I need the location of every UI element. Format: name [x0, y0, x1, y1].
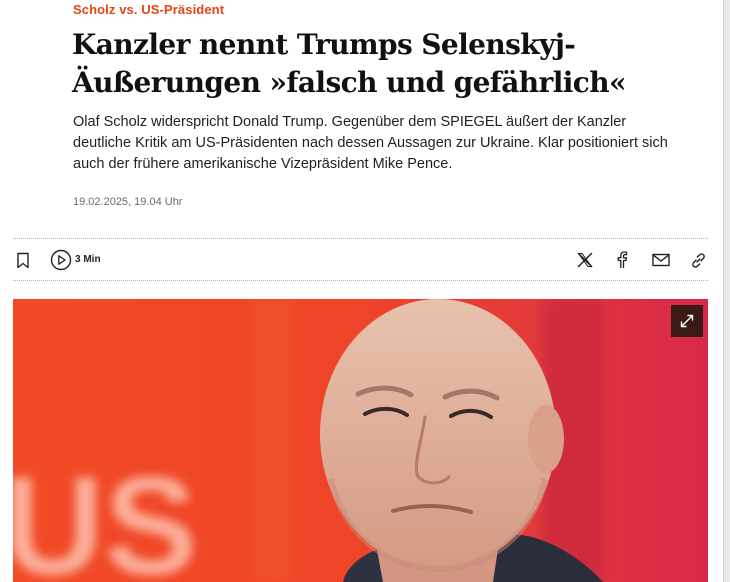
- toolbar-divider-bottom: [13, 280, 708, 281]
- photo-background-text: US: [13, 447, 197, 582]
- scrollbar[interactable]: [723, 0, 730, 582]
- reading-time[interactable]: 3 Min: [75, 254, 101, 265]
- mail-icon[interactable]: [650, 250, 672, 270]
- bookmark-icon[interactable]: [13, 250, 33, 270]
- article-lead: Olaf Scholz widerspricht Donald Trump. G…: [73, 114, 668, 172]
- x-icon[interactable]: [575, 250, 595, 270]
- play-icon[interactable]: [49, 248, 73, 272]
- article-dateline: 19.02.2025, 19.04 Uhr: [73, 196, 183, 208]
- expand-icon[interactable]: [671, 305, 703, 337]
- headline-line-2: Äußerungen »falsch und gefährlich«: [72, 66, 626, 99]
- article-photo[interactable]: US: [13, 299, 708, 582]
- link-icon[interactable]: [688, 250, 708, 270]
- headline-line-1: Kanzler nennt Trumps Selenskyj-: [72, 28, 576, 61]
- facebook-icon[interactable]: [612, 250, 632, 270]
- article-headline: Kanzler nennt Trumps Selenskyj- Äußerung…: [72, 26, 632, 102]
- toolbar-divider-top: [13, 238, 708, 239]
- article-kicker[interactable]: Scholz vs. US-Präsident: [73, 2, 224, 17]
